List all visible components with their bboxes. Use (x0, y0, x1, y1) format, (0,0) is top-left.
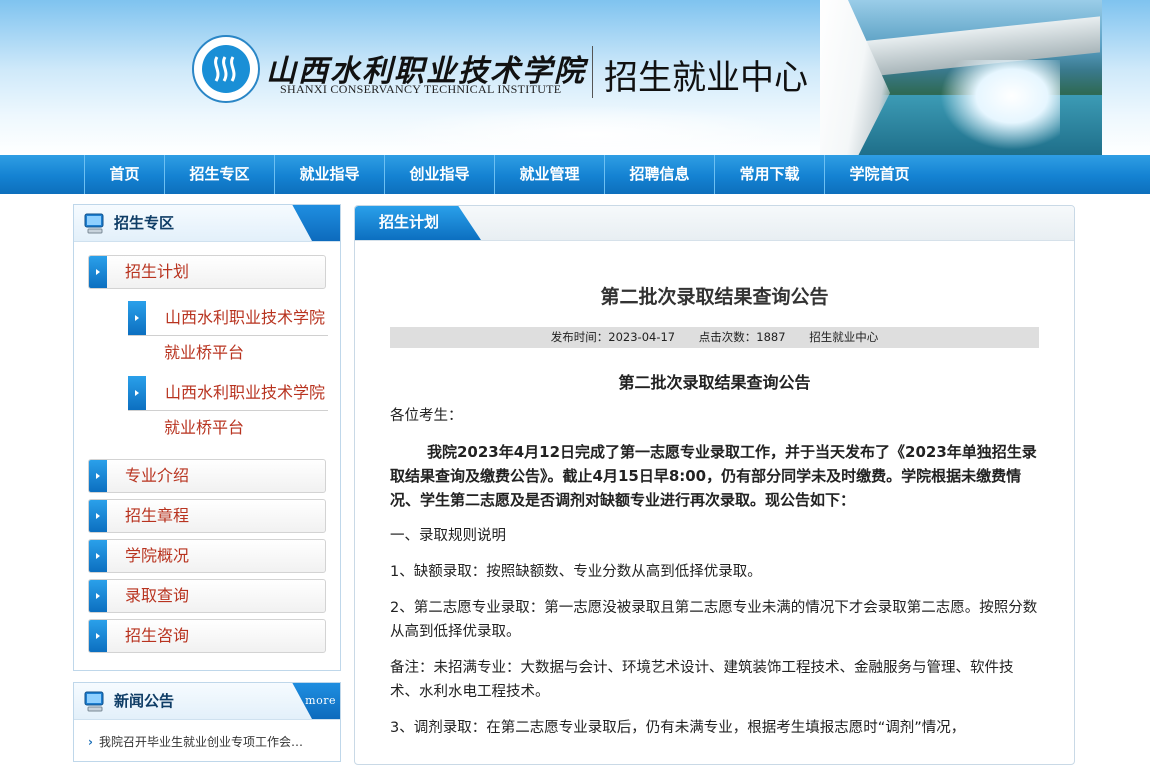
nav-item-employment-mgmt[interactable]: 就业管理 (494, 155, 604, 194)
article-title: 第二批次录取结果查询公告 (600, 286, 829, 308)
article-subtitle: 第二批次录取结果查询公告 (618, 373, 811, 392)
article-body: 各位考生： 我院2023年4月12日完成了第一志愿专业录取工作，并于当天发布了《… (390, 404, 1040, 752)
sub-item-job-bridge-2-line2[interactable]: 就业桥平台 (164, 411, 244, 445)
sidebar-item-label: 招生咨询 (125, 626, 190, 645)
sidebar-item-label: 录取查询 (125, 586, 190, 605)
arrow-icon (89, 500, 107, 532)
publish-date: 发布时间：2023-04-17 (550, 330, 676, 344)
news-more-tab[interactable]: more (284, 683, 340, 719)
sidebar-title: 招生专区 (114, 214, 175, 232)
school-name-en: SHANXI CONSERVANCY TECHNICAL INSTITUTE (280, 82, 562, 96)
sidebar-item-overview[interactable]: 学院概况 (88, 539, 326, 573)
news-title: 新闻公告 (114, 692, 175, 710)
sidebar-news: 新闻公告 more 我院召开毕业生就业创业专项工作会… (73, 682, 341, 762)
greeting: 各位考生： (390, 408, 463, 424)
computer-icon (84, 691, 104, 712)
arrow-icon (89, 460, 107, 492)
arrow-icon (89, 540, 107, 572)
nav-item-entrepreneurship[interactable]: 创业指导 (384, 155, 494, 194)
article-source: 招生就业中心 (809, 330, 879, 344)
arrow-icon (89, 256, 107, 288)
sidebar-item-label: 学院概况 (125, 546, 190, 565)
news-item[interactable]: 我院召开毕业生就业创业专项工作会… (88, 733, 303, 750)
center-title: 招生就业中心 (604, 58, 808, 98)
nav-item-admissions[interactable]: 招生专区 (164, 155, 274, 194)
school-logo (192, 35, 260, 103)
nav-item-college-home[interactable]: 学院首页 (824, 155, 934, 194)
sidebar-item-majors[interactable]: 专业介绍 (88, 459, 326, 493)
more-link[interactable]: more (305, 694, 336, 707)
sidebar-admissions: 招生专区 招生计划 山西水利职业技术学院 就业桥平台 山西水利职业技术学院 就业… (73, 204, 341, 671)
rule-3: 3、调剂录取：在第二志愿专业录取后，仍有未满专业，根据考生填报志愿时“调剂”情况… (390, 720, 966, 736)
water-wave-icon (214, 56, 236, 82)
article-meta: 发布时间：2023-04-17 点击次数：1887 招生就业中心 (390, 327, 1039, 348)
sidebar-item-consult[interactable]: 招生咨询 (88, 619, 326, 653)
sidebar-item-charter[interactable]: 招生章程 (88, 499, 326, 533)
sidebar-header-tab (284, 205, 340, 241)
sub-item-label: 山西水利职业技术学院 (165, 383, 326, 402)
note-paragraph: 备注：未招满专业：大数据与会计、环境艺术设计、建筑装饰工程技术、金融服务与管理、… (390, 660, 1014, 700)
main-nav: 首页 招生专区 就业指导 创业指导 就业管理 招聘信息 常用下载 学院首页 (0, 155, 1150, 194)
main-content: 招生计划 第二批次录取结果查询公告 发布时间：2023-04-17 点击次数：1… (354, 205, 1075, 765)
news-header: 新闻公告 more (74, 683, 340, 720)
sidebar-item-label: 招生章程 (125, 506, 190, 525)
tab-label: 招生计划 (379, 213, 440, 231)
sidebar-item-label: 专业介绍 (125, 466, 190, 485)
dam-photo (820, 0, 1102, 155)
intro-paragraph: 我院2023年4月12日完成了第一志愿专业录取工作，并于当天发布了《2023年单… (390, 443, 1037, 509)
rule-1: 1、缺额录取：按照缺额数、专业分数从高到低择优录取。 (390, 564, 762, 580)
sub-item-job-bridge-2[interactable]: 山西水利职业技术学院 (128, 376, 328, 411)
sub-item-job-bridge-1-line2[interactable]: 就业桥平台 (164, 336, 244, 370)
sidebar-item-admission-plan[interactable]: 招生计划 (88, 255, 326, 289)
click-count: 点击次数：1887 (698, 330, 786, 344)
sub-item-label: 山西水利职业技术学院 (165, 308, 326, 327)
nav-item-downloads[interactable]: 常用下载 (714, 155, 824, 194)
sub-item-job-bridge-1[interactable]: 山西水利职业技术学院 (128, 301, 328, 336)
content-header: 招生计划 (355, 206, 1074, 241)
nav-item-jobs[interactable]: 招聘信息 (604, 155, 714, 194)
nav-item-home[interactable]: 首页 (84, 155, 164, 194)
computer-icon (84, 213, 104, 234)
arrow-icon (89, 620, 107, 652)
sidebar-header: 招生专区 (74, 205, 340, 242)
rule-2: 2、第二志愿专业录取：第一志愿没被录取且第二志愿专业未满的情况下才会录取第二志愿… (390, 600, 1038, 640)
arrow-icon (128, 301, 146, 335)
banner-cloud-decoration (380, 105, 800, 155)
nav-item-employment-guide[interactable]: 就业指导 (274, 155, 384, 194)
arrow-icon (89, 580, 107, 612)
sidebar-item-admission-query[interactable]: 录取查询 (88, 579, 326, 613)
tab-admission-plan[interactable]: 招生计划 (355, 206, 481, 240)
section-heading: 一、录取规则说明 (390, 528, 506, 544)
arrow-icon (128, 376, 146, 410)
header-divider (592, 46, 593, 98)
sidebar-item-label: 招生计划 (125, 262, 190, 281)
header-banner: 山西水利职业技术学院 SHANXI CONSERVANCY TECHNICAL … (0, 0, 1150, 155)
